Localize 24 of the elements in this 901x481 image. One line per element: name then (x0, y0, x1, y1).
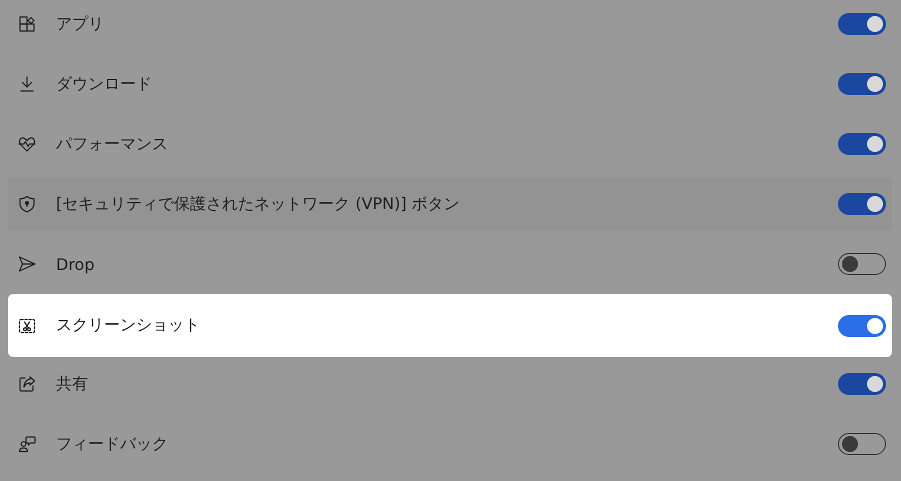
toggle-switch[interactable] (838, 314, 886, 336)
shield-icon (18, 195, 36, 213)
toggle-switch[interactable] (838, 73, 886, 95)
setting-label: 共有 (56, 374, 89, 394)
screenshot-icon (18, 316, 36, 334)
feedback-icon (18, 435, 36, 453)
apps-icon (18, 15, 36, 33)
setting-label: [セキュリティで保護されたネットワーク (VPN)] ボタン (56, 194, 461, 214)
toggle-switch[interactable] (838, 133, 886, 155)
setting-label: フィードバック (56, 434, 169, 454)
setting-label: スクリーンショット (56, 315, 201, 336)
send-icon (18, 255, 36, 273)
toggle-switch[interactable] (838, 433, 886, 455)
setting-label: ダウンロード (56, 74, 153, 94)
toggle-switch[interactable] (838, 13, 886, 35)
toggle-switch[interactable] (838, 373, 886, 395)
setting-label: パフォーマンス (56, 134, 169, 154)
share-icon (18, 375, 36, 393)
setting-label: Drop (56, 254, 96, 274)
download-icon (18, 75, 36, 93)
toggle-switch[interactable] (838, 193, 886, 215)
setting-label: アプリ (56, 14, 105, 34)
toggle-switch[interactable] (838, 253, 886, 275)
heart-pulse-icon (18, 135, 36, 153)
